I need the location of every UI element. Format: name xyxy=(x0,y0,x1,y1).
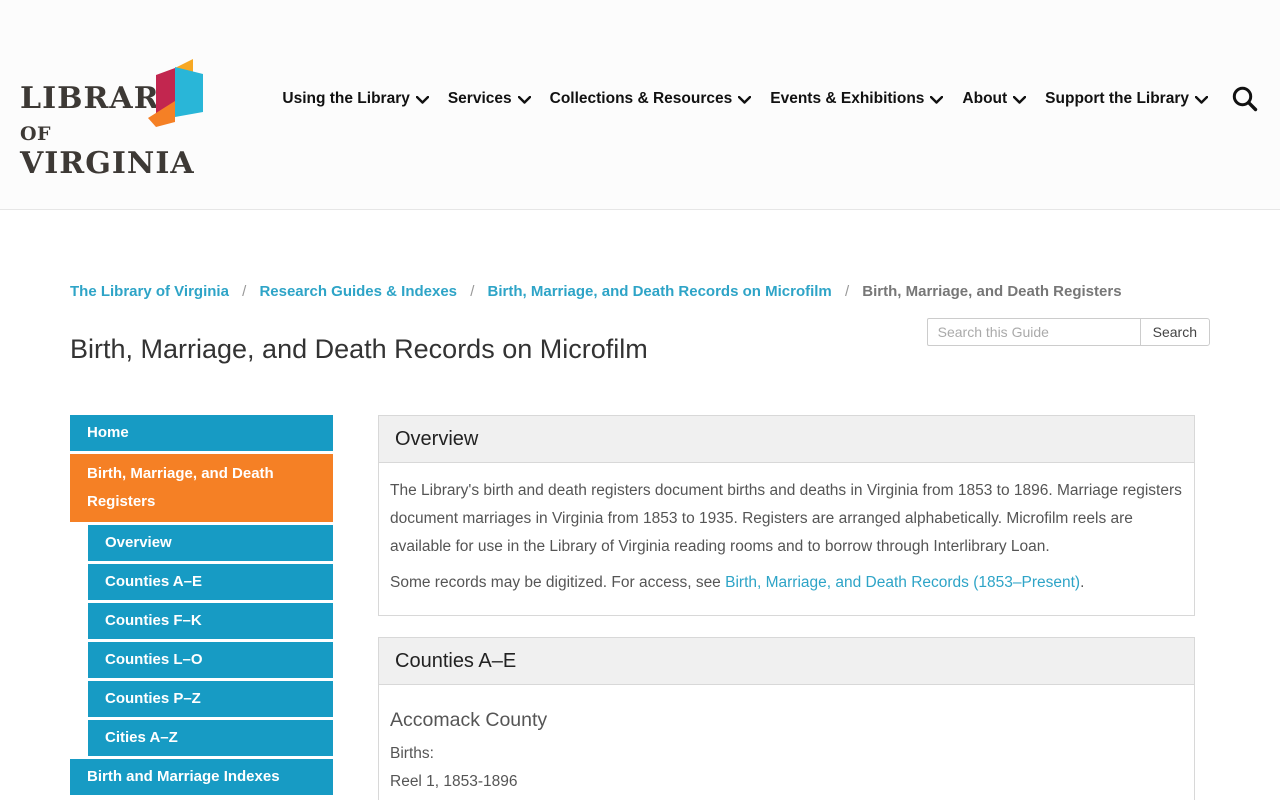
nav-item-label: Support the Library xyxy=(1045,89,1189,107)
chevron-down-icon xyxy=(1195,96,1208,104)
birth-marriage-death-records-link[interactable]: Birth, Marriage, and Death Records (1853… xyxy=(725,574,1080,591)
chevron-down-icon xyxy=(415,96,429,104)
overview-paragraph-2-period: . xyxy=(1080,574,1085,591)
section-counties-a-e: Counties A–E Accomack County Births: Ree… xyxy=(378,637,1195,800)
nav-item-using-the-library[interactable]: Using the Library xyxy=(282,89,429,108)
overview-paragraph-1: The Library's birth and death registers … xyxy=(390,482,1182,555)
nav-item-collections-resources[interactable]: Collections & Resources xyxy=(550,90,752,108)
births-label: Births: xyxy=(390,745,434,762)
breadcrumb: The Library of Virginia / Research Guide… xyxy=(70,283,1122,300)
sidebar-item-counties-l-o[interactable]: Counties L–O xyxy=(88,642,333,678)
nav-item-label: Collections & Resources xyxy=(549,89,733,107)
guide-search: Search xyxy=(926,318,1210,346)
nav-item-support-the-library[interactable]: Support the Library xyxy=(1045,90,1208,108)
page-title: Birth, Marriage, and Death Records on Mi… xyxy=(70,334,648,364)
nav-item-label: Using the Library xyxy=(282,89,410,107)
site-search-button[interactable] xyxy=(1231,85,1258,112)
section-counties-a-e-body: Accomack County Births: Reel 1, 1853-189… xyxy=(379,685,1194,800)
overview-paragraph-2-text: Some records may be digitized. For acces… xyxy=(390,574,726,591)
primary-nav: Using the Library Services Collections &… xyxy=(282,85,1258,112)
nav-item-events-exhibitions[interactable]: Events & Exhibitions xyxy=(770,89,944,108)
breadcrumb-separator: / xyxy=(242,283,247,300)
section-overview-body: The Library's birth and death registers … xyxy=(379,463,1194,615)
chevron-down-icon xyxy=(930,96,944,104)
nav-item-about[interactable]: About xyxy=(962,89,1027,108)
sidebar-item-birth-and-marriage-indexes[interactable]: Birth and Marriage Indexes xyxy=(70,759,333,795)
sidebar-item-home[interactable]: Home xyxy=(70,415,333,451)
breadcrumb-link-library-of-virginia[interactable]: The Library of Virginia xyxy=(70,283,229,300)
nav-item-label: About xyxy=(962,89,1008,107)
breadcrumb-current: Birth, Marriage, and Death Registers xyxy=(862,283,1122,300)
section-counties-a-e-header: Counties A–E xyxy=(379,638,1194,685)
site-header: LIBRARY OF VIRGINIA Using the Library Se… xyxy=(0,0,1280,210)
reel-entry: Reel 1, 1853-1896 xyxy=(390,773,518,790)
sidebar-item-cities-a-z[interactable]: Cities A–Z xyxy=(88,720,333,756)
open-book-icon xyxy=(148,59,203,127)
county-subheading-accomack: Accomack County xyxy=(390,709,548,731)
breadcrumb-link-records-on-microfilm[interactable]: Birth, Marriage, and Death Records on Mi… xyxy=(488,283,832,300)
overview-paragraph-2: Some records may be digitized. For acces… xyxy=(390,569,1183,597)
library-of-virginia-logo[interactable]: LIBRARY OF VIRGINIA xyxy=(20,59,230,179)
sidebar-item-counties-p-z[interactable]: Counties P–Z xyxy=(88,681,333,717)
guide-search-input[interactable] xyxy=(926,318,1141,346)
guide-search-submit-button[interactable]: Search xyxy=(1139,318,1210,346)
guide-sidebar: Home Birth, Marriage, and Death Register… xyxy=(70,415,333,798)
breadcrumb-separator: / xyxy=(844,283,850,300)
page: LIBRARY OF VIRGINIA Using the Library Se… xyxy=(0,0,1280,800)
sidebar-item-birth-marriage-death-registers[interactable]: Birth, Marriage, and Death Registers xyxy=(70,454,333,522)
breadcrumb-link-research-guides[interactable]: Research Guides & Indexes xyxy=(259,283,457,300)
section-overview-header: Overview xyxy=(379,416,1194,463)
sidebar-item-counties-a-e[interactable]: Counties A–E xyxy=(88,564,333,600)
sidebar-item-counties-f-k[interactable]: Counties F–K xyxy=(88,603,333,639)
nav-item-label: Services xyxy=(447,89,512,107)
main-content: Overview The Library's birth and death r… xyxy=(378,415,1195,800)
chevron-down-icon xyxy=(738,96,752,104)
nav-item-services[interactable]: Services xyxy=(448,90,531,108)
chevron-down-icon xyxy=(517,96,531,104)
breadcrumb-separator: / xyxy=(470,283,475,300)
chevron-down-icon xyxy=(1013,96,1027,104)
section-overview: Overview The Library's birth and death r… xyxy=(378,415,1195,616)
search-icon xyxy=(1232,86,1258,112)
nav-item-label: Events & Exhibitions xyxy=(770,89,925,107)
sidebar-item-overview[interactable]: Overview xyxy=(88,525,333,561)
